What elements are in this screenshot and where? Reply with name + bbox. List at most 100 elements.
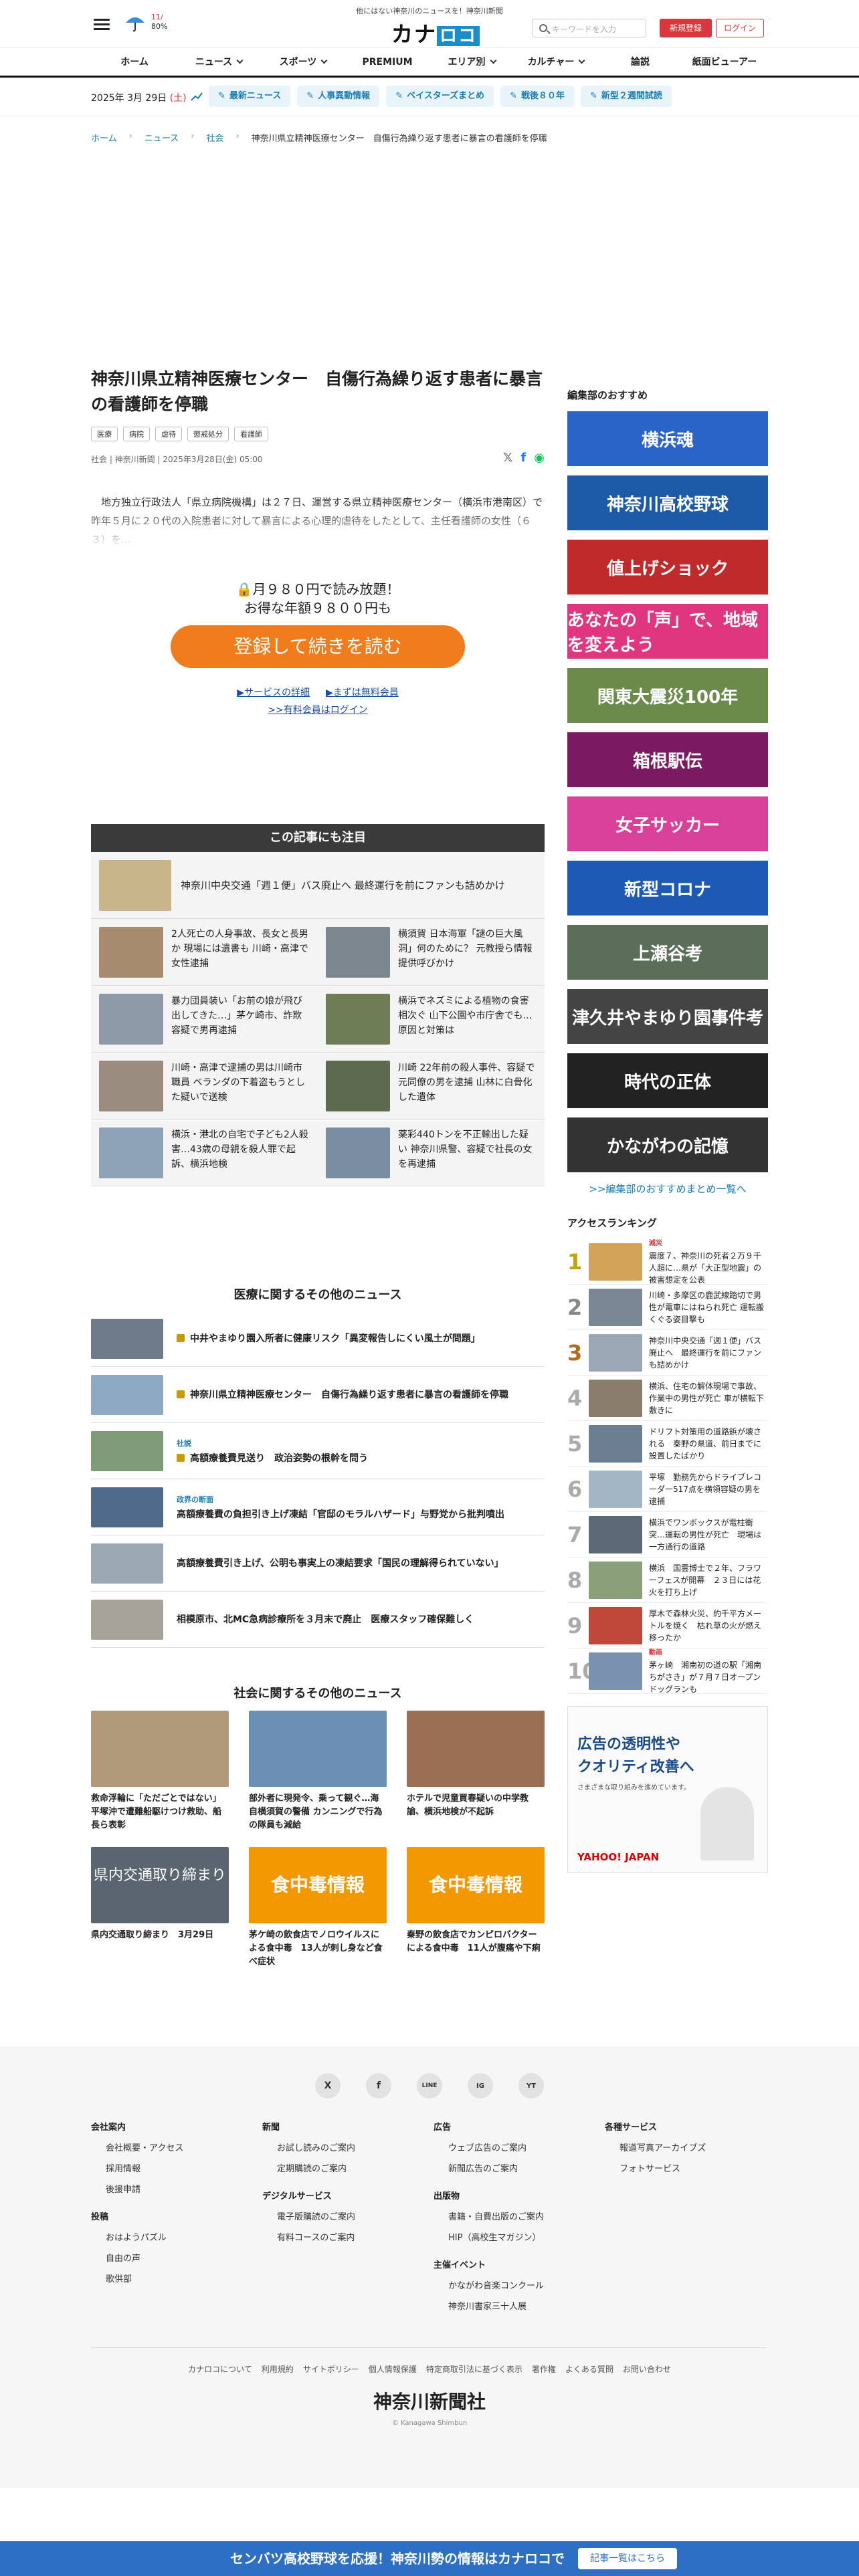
- bottom-promo-banner[interactable]: センバツ高校野球を応援！神奈川勢の情報はカナロコで 記事一覧はこちら: [0, 2541, 859, 2576]
- ranking-item[interactable]: 1 減災 震度７、神奈川の死者２万９千人超に…県が「大正型地震」の被害想定を公表: [567, 1239, 768, 1285]
- footer-link[interactable]: かながわ音楽コンクール: [448, 2278, 605, 2291]
- nav-home[interactable]: ホーム: [92, 48, 177, 76]
- recommend-banner[interactable]: あなたの「声」で、地域を変えよう: [567, 604, 768, 659]
- breadcrumb-home[interactable]: ホーム: [91, 131, 117, 144]
- hamburger-menu-icon[interactable]: [94, 19, 110, 31]
- footer-link[interactable]: HIP（高校生マガジン）: [448, 2230, 605, 2243]
- news-row[interactable]: 相模原市、北MC急病診療所を３月末で廃止 医療スタッフ確保難しく: [91, 1592, 545, 1648]
- footer-link[interactable]: 書籍・自費出版のご案内: [448, 2210, 605, 2222]
- recommend-more-link[interactable]: >>編集部のおすすめまとめ一覧へ: [567, 1182, 768, 1196]
- recommend-banner[interactable]: 横浜魂: [567, 411, 768, 466]
- site-logo[interactable]: カナ ロコ: [391, 17, 480, 48]
- free-member-link[interactable]: ▶まずは無料会員: [326, 687, 399, 698]
- tag-trial[interactable]: 新型２週間試読: [580, 86, 672, 107]
- related-item[interactable]: 横浜でネズミによる植物の食害相次ぐ 山下公園や市庁舎でも…原因と対策は: [318, 986, 545, 1053]
- article-tag[interactable]: 病院: [123, 427, 150, 441]
- footer-link[interactable]: 自由の声: [106, 2251, 262, 2264]
- related-item[interactable]: 暴力団員装い「お前の娘が飛び出してきた…」茅ケ崎市、詐欺容疑で男再逮捕: [91, 986, 318, 1053]
- news-row[interactable]: 神奈川県立精神医療センター 自傷行為繰り返す患者に暴言の看護師を停職: [91, 1367, 545, 1423]
- news-card[interactable]: ホテルで児童買春疑いの中学教諭、横浜地検が不起訴: [407, 1711, 545, 1832]
- related-item[interactable]: 川崎・高津で逮捕の男は川崎市職員 ベランダの下着盗もうとした疑いで送検: [91, 1053, 318, 1119]
- news-card[interactable]: 部外者に現発令、乗って観ぐ…海自横須賀の警備 カンニングで行為の隊員も減給: [249, 1711, 387, 1832]
- nav-sports[interactable]: スポーツ: [261, 48, 345, 76]
- ad-banner[interactable]: 広告の透明性や クオリティ改善へ さまざまな取り組みを進めています。 YAHOO…: [567, 1706, 768, 1873]
- recommend-banner[interactable]: 時代の正体: [567, 1053, 768, 1108]
- related-item[interactable]: 横浜・港北の自宅で子ども2人殺害…43歳の母親を殺人罪で起訴、横浜地検: [91, 1119, 318, 1186]
- recommend-banner[interactable]: 値上げショック: [567, 540, 768, 595]
- x-share-icon[interactable]: 𝕏: [503, 451, 513, 465]
- recommend-banner[interactable]: 関東大震災100年: [567, 668, 768, 723]
- footer-link[interactable]: おはようパズル: [106, 2230, 262, 2243]
- breadcrumb-news[interactable]: ニュース: [145, 131, 179, 144]
- footer-link[interactable]: お試し読みのご案内: [277, 2141, 434, 2153]
- footer-bottom-link[interactable]: カナロコについて: [188, 2365, 252, 2374]
- footer-bottom-link[interactable]: 利用規約: [262, 2365, 294, 2374]
- news-row[interactable]: 中井やまゆり園入所者に健康リスク「異変報告しにくい風土が問題」: [91, 1311, 545, 1367]
- footer-link[interactable]: 新聞広告のご案内: [448, 2161, 605, 2174]
- tag-personnel[interactable]: 人事異動情報: [297, 86, 380, 107]
- footer-bottom-link[interactable]: 個人情報保護: [369, 2365, 417, 2374]
- ranking-item[interactable]: 9 厚木で森林火災、約千平方メートルを焼く 枯れ草の火が燃え移ったか: [567, 1603, 768, 1648]
- register-button[interactable]: 新規登録: [660, 19, 712, 37]
- facebook-share-icon[interactable]: f: [520, 451, 526, 465]
- breadcrumb-society[interactable]: 社会: [206, 131, 223, 144]
- nav-editorial[interactable]: 論説: [598, 48, 682, 76]
- recommend-banner[interactable]: 箱根駅伝: [567, 732, 768, 787]
- weather-widget[interactable]: 11/80%: [123, 12, 167, 32]
- footer-bottom-link[interactable]: 著作権: [532, 2365, 556, 2374]
- news-card[interactable]: 県内交通取り締まり 県内交通取り締まり 3月29日: [91, 1847, 229, 1969]
- footer-link[interactable]: フォトサービス: [619, 2161, 776, 2174]
- news-row[interactable]: 社説 高額療養費見送り 政治姿勢の根幹を問う: [91, 1423, 545, 1479]
- news-card[interactable]: 食中毒情報 秦野の飲食店でカンピロバクターによる食中毒 11人が腹痛や下痢: [407, 1847, 545, 1969]
- footer-logo[interactable]: 神奈川新聞社: [0, 2387, 859, 2414]
- recommend-banner[interactable]: かながわの記憶: [567, 1117, 768, 1172]
- ranking-item[interactable]: 5 ドリフト対策用の道路鋲が壊される 秦野の県道、前日までに設置したばかり: [567, 1421, 768, 1467]
- article-tag[interactable]: 看護師: [234, 427, 268, 441]
- nav-premium[interactable]: PREMIUM: [345, 48, 430, 76]
- footer-link[interactable]: 歌供部: [106, 2272, 262, 2284]
- service-details-link[interactable]: ▶サービスの詳細: [237, 687, 310, 698]
- footer-bottom-link[interactable]: サイトポリシー: [303, 2365, 359, 2374]
- footer-link[interactable]: 神奈川書家三十人展: [448, 2299, 605, 2312]
- article-tag[interactable]: 虐待: [155, 427, 182, 441]
- nav-culture[interactable]: カルチャー: [514, 48, 598, 76]
- footer-link[interactable]: 有料コースのご案内: [277, 2230, 434, 2243]
- news-row[interactable]: 政界の断面 高額療養費の負担引き上げ凍結「官邸のモラルハザード」与野党から批判噴出: [91, 1479, 545, 1535]
- ranking-item[interactable]: 3 神奈川中央交通「週１便」バス廃止へ 最終運行を前にファンも詰めかけ: [567, 1330, 768, 1376]
- subscribe-button[interactable]: 登録して続きを読む: [171, 625, 465, 668]
- footer-bottom-link[interactable]: 特定商取引法に基づく表示: [426, 2365, 522, 2374]
- footer-bottom-link[interactable]: お問い合わせ: [623, 2365, 671, 2374]
- paid-login-link[interactable]: >>有料会員はログイン: [268, 705, 367, 716]
- tag-postwar[interactable]: 戦後８０年: [500, 86, 574, 107]
- footer-link[interactable]: ウェブ広告のご案内: [448, 2141, 605, 2153]
- tag-baystars[interactable]: ベイスターズまとめ: [386, 86, 494, 107]
- recommend-banner[interactable]: 上瀬谷考: [567, 925, 768, 980]
- promo-button[interactable]: 記事一覧はこちら: [578, 2548, 677, 2569]
- tag-latest[interactable]: 最新ニュース: [209, 86, 291, 107]
- ranking-item[interactable]: 7 横浜でワンボックスが電柱衝突…運転の男性が死亡 現場は一方通行の道路: [567, 1512, 768, 1558]
- footer-link[interactable]: 電子版購読のご案内: [277, 2210, 434, 2222]
- related-item[interactable]: 2人死亡の人身事故、長女と長男か 現場には遺書も 川崎・高津で女性逮捕: [91, 919, 318, 986]
- nav-area[interactable]: エリア別: [430, 48, 514, 76]
- article-tag[interactable]: 懲戒処分: [187, 427, 229, 441]
- recommend-banner[interactable]: 神奈川高校野球: [567, 475, 768, 530]
- recommend-banner[interactable]: 津久井やまゆり園事件考: [567, 989, 768, 1044]
- related-item[interactable]: 川崎 22年前の殺人事件、容疑で元同僚の男を逮捕 山林に白骨化した遺体: [318, 1053, 545, 1119]
- related-item[interactable]: 横須賀 日本海軍「謎の巨大風洞」何のために？ 元教授ら情報提供呼びかけ: [318, 919, 545, 986]
- search-input[interactable]: キーワードを入力: [533, 19, 646, 37]
- nav-news[interactable]: ニュース: [177, 48, 261, 76]
- nav-viewer[interactable]: 紙面ビューアー: [682, 48, 767, 76]
- line-share-icon[interactable]: ◉: [534, 451, 545, 465]
- x-icon[interactable]: X: [315, 2073, 341, 2099]
- ranking-item[interactable]: 6 平塚 勤務先からドライブレコーダー517点を横領容疑の男を逮捕: [567, 1467, 768, 1512]
- footer-link[interactable]: 報道写真アーカイブズ: [619, 2141, 776, 2153]
- ranking-item[interactable]: 10 動画 茅ヶ崎 湘南初の道の駅「湘南ちがさき」が７月７日オープン ドッグランも: [567, 1648, 769, 1694]
- ranking-item[interactable]: 4 横浜、住宅の解体現場で事故、作業中の男性が死亡 車が横転下敷きに: [567, 1376, 768, 1421]
- footer-bottom-link[interactable]: よくある質問: [565, 2365, 613, 2374]
- youtube-icon[interactable]: YT: [518, 2073, 544, 2099]
- footer-link[interactable]: 後援申請: [106, 2182, 262, 2195]
- instagram-icon[interactable]: IG: [468, 2073, 493, 2099]
- news-row[interactable]: 高額療養費引き上げ、公明も事実上の凍結要求「国民の理解得られていない」: [91, 1535, 545, 1592]
- line-icon[interactable]: LINE: [417, 2073, 442, 2099]
- news-card[interactable]: 食中毒情報 茅ケ崎の飲食店でノロウイルスによる食中毒 13人が刺し身など食べ症状: [249, 1847, 387, 1969]
